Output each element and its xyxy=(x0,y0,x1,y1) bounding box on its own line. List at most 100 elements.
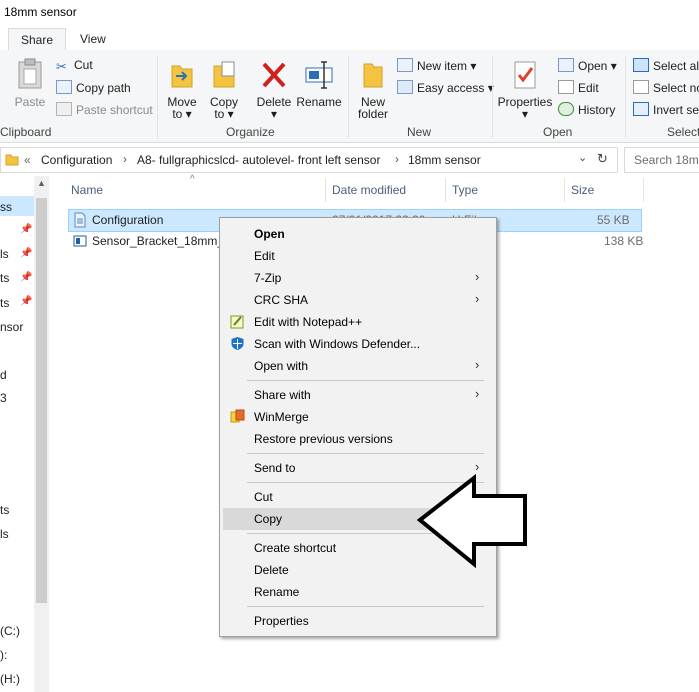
column-header-type[interactable]: Type xyxy=(452,183,478,197)
nav-item[interactable]: ts xyxy=(0,296,9,310)
select-all-button[interactable]: Select all xyxy=(633,58,699,73)
select-none-label: Select no xyxy=(653,81,699,95)
menu-item-cut[interactable]: Cut xyxy=(254,490,273,504)
nav-item[interactable]: ): xyxy=(0,648,7,662)
new-folder-icon xyxy=(363,63,383,88)
easy-access-button[interactable]: Easy access ▾ xyxy=(397,80,494,95)
nav-item[interactable]: (H:) xyxy=(0,672,20,686)
file-size: 138 KB xyxy=(604,234,644,248)
open-label: Open ▾ xyxy=(578,59,617,73)
open-button[interactable]: Open ▾ xyxy=(558,58,617,73)
new-folder-button[interactable]: New folder xyxy=(353,58,393,121)
open-group-label: Open xyxy=(543,125,573,139)
menu-item-restore-previous[interactable]: Restore previous versions xyxy=(254,432,393,446)
menu-item-send-to[interactable]: Send to xyxy=(254,461,295,475)
nav-item[interactable]: 3 xyxy=(0,391,7,405)
breadcrumb-separator-icon: › xyxy=(123,152,127,166)
nav-item[interactable]: nsor xyxy=(0,320,23,334)
menu-item-rename[interactable]: Rename xyxy=(254,585,299,599)
column-divider[interactable] xyxy=(643,178,644,202)
move-to-button[interactable]: Move to ▾ xyxy=(164,58,200,121)
copy-path-icon xyxy=(56,80,72,94)
address-dropdown-chevron-icon[interactable]: ⌄ xyxy=(578,151,587,164)
paste-shortcut-label: Paste shortcut xyxy=(76,103,153,117)
breadcrumb-a8-folder[interactable]: A8- fullgraphicslcd- autolevel- front le… xyxy=(137,153,380,167)
file-name[interactable]: Sensor_Bracket_18mm_L xyxy=(92,234,231,248)
select-none-button[interactable]: Select no xyxy=(633,80,699,95)
delete-button[interactable]: Delete ▾ xyxy=(254,58,294,121)
new-item-button[interactable]: New item ▾ xyxy=(397,58,476,73)
menu-item-share-with[interactable]: Share with xyxy=(254,388,311,402)
breadcrumb-overflow[interactable]: « xyxy=(24,153,31,167)
menu-item-edit-notepadpp[interactable]: Edit with Notepad++ xyxy=(254,315,362,329)
copy-path-button[interactable]: Copy path xyxy=(56,80,131,95)
column-header-name[interactable]: Name xyxy=(71,183,103,197)
nav-item[interactable]: d xyxy=(0,368,7,382)
menu-item-open-with[interactable]: Open with xyxy=(254,359,308,373)
paste-label: Paste xyxy=(14,95,46,109)
menu-item-scan-defender[interactable]: Scan with Windows Defender... xyxy=(254,337,420,351)
properties-checkmark-icon xyxy=(514,61,536,89)
nav-item[interactable]: ss xyxy=(0,200,12,214)
ribbon-separator xyxy=(625,56,626,138)
refresh-icon[interactable]: ↻ xyxy=(597,151,608,167)
pin-icon[interactable]: 📌 xyxy=(20,248,32,259)
nav-item[interactable]: (C:) xyxy=(0,624,20,638)
ribbon-separator xyxy=(348,56,349,138)
nav-item[interactable]: ts xyxy=(0,271,9,285)
column-header-size[interactable]: Size xyxy=(571,183,594,197)
windows-defender-shield-icon xyxy=(231,337,244,350)
menu-item-winmerge[interactable]: WinMerge xyxy=(254,410,309,424)
menu-item-delete[interactable]: Delete xyxy=(254,563,289,577)
properties-button[interactable]: Properties ▾ xyxy=(497,58,553,121)
scroll-up-arrow-icon[interactable]: ▲ xyxy=(37,178,46,188)
invert-selection-label: Invert sel xyxy=(653,103,699,117)
scissors-icon: ✂ xyxy=(56,59,67,74)
search-box[interactable]: Search 18m xyxy=(624,147,699,173)
menu-item-create-shortcut[interactable]: Create shortcut xyxy=(254,541,336,555)
new-item-icon xyxy=(397,58,413,72)
column-divider[interactable] xyxy=(325,178,326,202)
column-divider[interactable] xyxy=(445,178,446,202)
tab-view[interactable]: View xyxy=(80,28,110,50)
edit-button[interactable]: Edit xyxy=(558,80,599,95)
invert-selection-button[interactable]: Invert sel xyxy=(633,102,699,117)
menu-item-open[interactable]: Open xyxy=(254,227,285,241)
copy-to-button[interactable]: Copy to ▾ xyxy=(206,58,242,121)
tab-share[interactable]: Share xyxy=(8,28,66,52)
invert-selection-icon xyxy=(633,102,649,116)
paste-button[interactable]: Paste xyxy=(10,58,50,109)
cut-button[interactable]: ✂ Cut xyxy=(56,58,93,74)
nav-item[interactable]: ls xyxy=(0,247,9,261)
breadcrumb-18mm-sensor[interactable]: 18mm sensor xyxy=(408,153,481,167)
menu-item-7zip[interactable]: 7-Zip xyxy=(254,271,281,285)
pin-icon[interactable]: 📌 xyxy=(20,296,32,307)
menu-item-copy[interactable]: Copy xyxy=(254,512,282,526)
column-header-date-modified[interactable]: Date modified xyxy=(332,183,406,197)
column-divider[interactable] xyxy=(564,178,565,202)
cut-label: Cut xyxy=(74,58,93,72)
breadcrumb-configuration[interactable]: Configuration xyxy=(41,153,112,167)
paste-shortcut-button[interactable]: Paste shortcut xyxy=(56,102,153,117)
copy-path-label: Copy path xyxy=(76,81,131,95)
delete-dropdown: ▾ xyxy=(270,107,278,121)
menu-item-edit[interactable]: Edit xyxy=(254,249,275,263)
nav-item[interactable]: ls xyxy=(0,527,9,541)
address-bar[interactable]: « Configuration › A8- fullgraphicslcd- a… xyxy=(0,147,618,173)
copy-to-icon xyxy=(213,61,235,88)
nav-item[interactable]: ts xyxy=(0,503,9,517)
tab-view-label: View xyxy=(80,32,106,46)
search-placeholder: Search 18m xyxy=(634,153,699,167)
select-none-icon xyxy=(633,80,649,94)
pin-icon[interactable]: 📌 xyxy=(20,272,32,283)
nav-scrollbar-thumb[interactable] xyxy=(36,198,47,603)
menu-item-crc-sha[interactable]: CRC SHA xyxy=(254,293,308,307)
tab-share-label: Share xyxy=(20,33,54,47)
edit-icon xyxy=(558,80,574,94)
rename-button[interactable]: Rename xyxy=(296,58,342,109)
pin-icon[interactable]: 📌 xyxy=(20,224,32,235)
menu-item-properties[interactable]: Properties xyxy=(254,614,309,628)
history-button[interactable]: History xyxy=(558,102,615,117)
select-group-label: Select xyxy=(667,125,699,139)
rename-label: Rename xyxy=(296,95,342,109)
